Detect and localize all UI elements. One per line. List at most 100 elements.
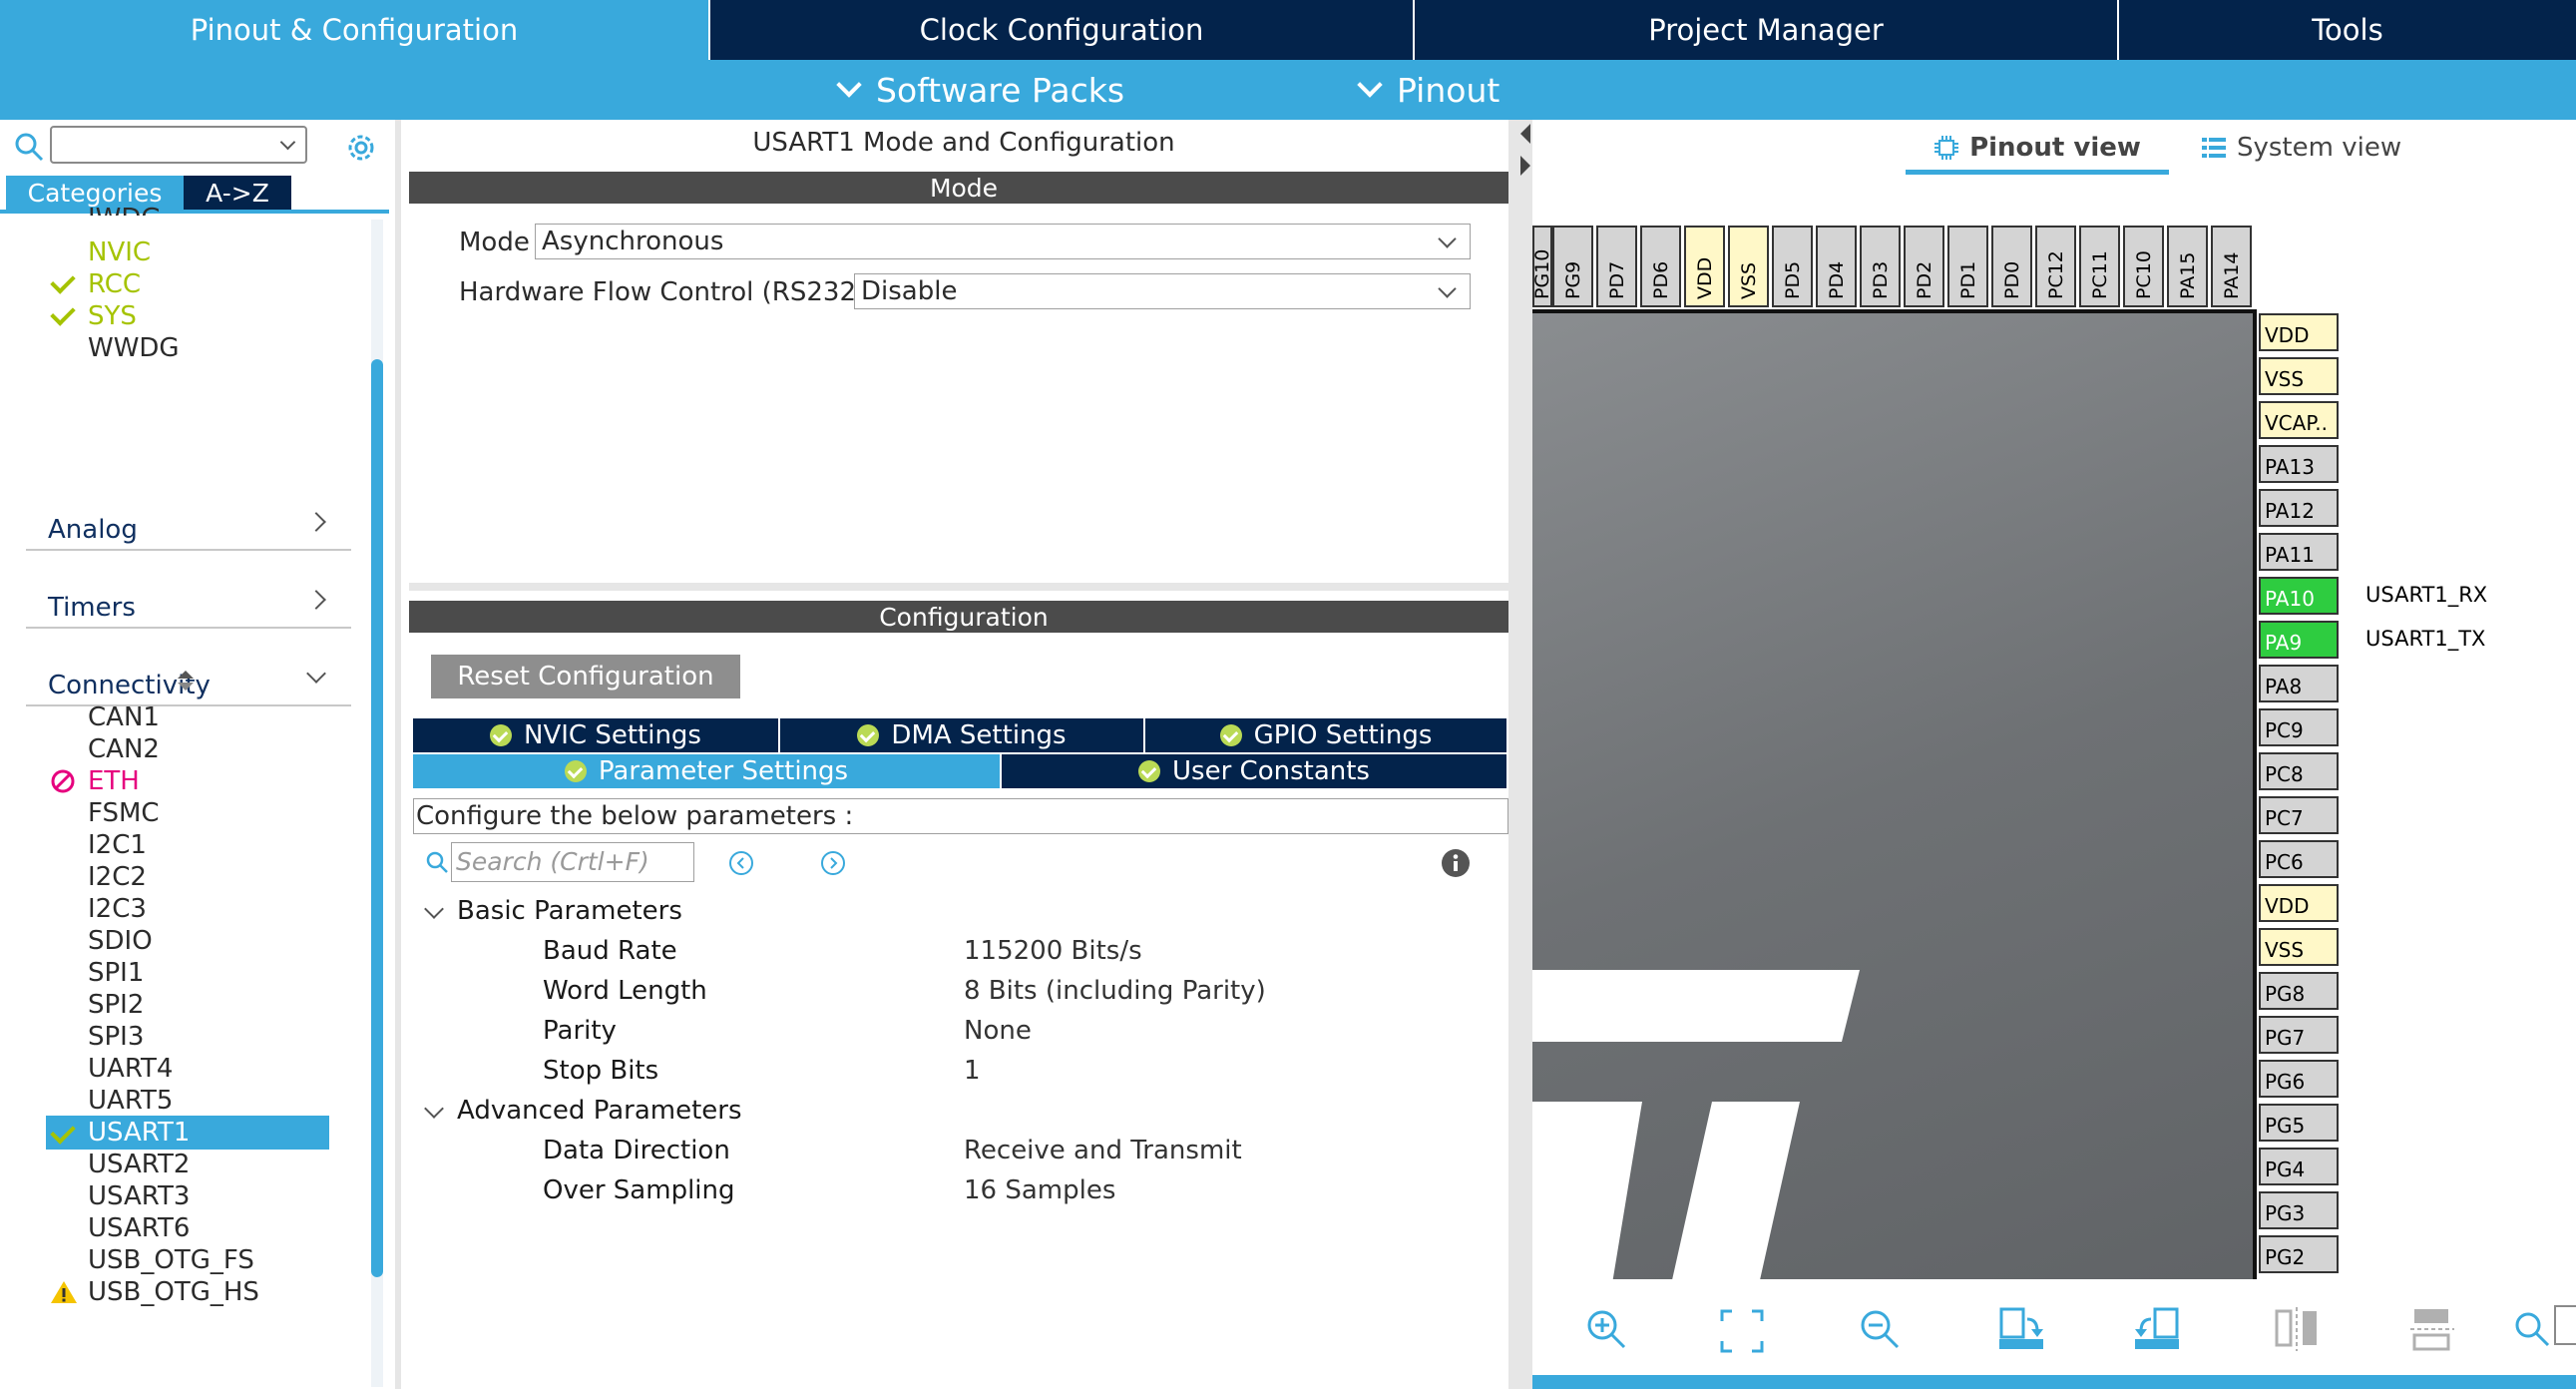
pinout-view-tab[interactable]: Pinout view <box>1906 128 2169 168</box>
category-item-spi1[interactable]: SPI1 <box>88 958 144 988</box>
pin-PD3[interactable]: PD3 <box>1860 226 1901 307</box>
software-packs-menu[interactable]: Software Packs <box>836 60 1124 120</box>
info-icon[interactable] <box>1441 848 1471 878</box>
zoom-out-icon[interactable] <box>1858 1307 1902 1351</box>
parameter-search-input[interactable]: Search (Crtl+F) <box>451 842 694 882</box>
tab-a-z[interactable]: A->Z <box>184 176 291 210</box>
pin-VCAP[interactable]: VCAP.. <box>2259 401 2339 439</box>
category-item-eth[interactable]: ETH <box>88 766 140 796</box>
pin-PC10[interactable]: PC10 <box>2123 226 2164 307</box>
category-item-i2c1[interactable]: I2C1 <box>88 830 147 860</box>
previous-icon[interactable] <box>728 850 754 876</box>
zoom-in-icon[interactable] <box>1584 1307 1628 1351</box>
pin-PA9[interactable]: PA9 <box>2259 621 2339 659</box>
search-icon[interactable] <box>14 132 44 162</box>
pin-PA13[interactable]: PA13 <box>2259 445 2339 483</box>
flip-horizontal-icon[interactable] <box>2408 1305 2456 1353</box>
pin-PC12[interactable]: PC12 <box>2035 226 2076 307</box>
pin-VSS[interactable]: VSS <box>2259 357 2339 395</box>
param-value[interactable]: 8 Bits (including Parity) <box>964 976 1266 1006</box>
pin-PA11[interactable]: PA11 <box>2259 533 2339 571</box>
category-item-sdio[interactable]: SDIO <box>88 926 153 956</box>
sort-up-icon[interactable] <box>178 671 194 679</box>
pin-PD5[interactable]: PD5 <box>1772 226 1813 307</box>
tab-pinout-configuration[interactable]: Pinout & Configuration <box>0 0 708 60</box>
tab-gpio-settings[interactable]: GPIO Settings <box>1145 718 1506 752</box>
reset-configuration-button[interactable]: Reset Configuration <box>431 655 740 698</box>
category-item-fsmc[interactable]: FSMC <box>88 798 160 828</box>
pin-PG2[interactable]: PG2 <box>2259 1235 2339 1273</box>
rotate-left-icon[interactable] <box>2133 1305 2181 1353</box>
panel-splitter[interactable] <box>1518 120 1532 1389</box>
pin-PG3[interactable]: PG3 <box>2259 1191 2339 1229</box>
category-item-usb-otg-fs[interactable]: USB_OTG_FS <box>88 1245 254 1275</box>
category-item-nvic[interactable]: NVIC <box>88 237 151 267</box>
param-value[interactable]: 115200 Bits/s <box>964 936 1142 966</box>
category-item-i2c3[interactable]: I2C3 <box>88 894 147 924</box>
mode-select[interactable]: Asynchronous <box>535 224 1471 259</box>
param-value[interactable]: Receive and Transmit <box>964 1136 1242 1165</box>
rotate-right-icon[interactable] <box>1997 1305 2045 1353</box>
splitter[interactable] <box>409 583 1518 591</box>
category-item-spi3[interactable]: SPI3 <box>88 1022 144 1052</box>
pin-PD6[interactable]: PD6 <box>1640 226 1681 307</box>
tab-parameter-settings[interactable]: Parameter Settings <box>413 754 1002 788</box>
pin-VSS[interactable]: VSS <box>2259 928 2339 966</box>
search-icon[interactable] <box>425 850 449 874</box>
param-value[interactable]: 1 <box>964 1056 981 1086</box>
pin-PD0[interactable]: PD0 <box>1991 226 2032 307</box>
pin-VDD[interactable]: VDD <box>2259 884 2339 922</box>
category-item-usart6[interactable]: USART6 <box>88 1213 190 1243</box>
group-timers[interactable]: Timers <box>26 571 351 629</box>
tab-clock-configuration[interactable]: Clock Configuration <box>708 0 1413 60</box>
tab-user-constants[interactable]: User Constants <box>1002 754 1506 788</box>
pin-PG7[interactable]: PG7 <box>2259 1016 2339 1054</box>
pin-PG5[interactable]: PG5 <box>2259 1104 2339 1142</box>
category-item-usart1[interactable]: USART1 <box>88 1118 190 1148</box>
pin-VSS[interactable]: VSS <box>1728 226 1769 307</box>
pin-PD4[interactable]: PD4 <box>1816 226 1857 307</box>
pin-PG9[interactable]: PG9 <box>1552 226 1593 307</box>
param-value[interactable]: 16 Samples <box>964 1175 1115 1205</box>
category-item-uart5[interactable]: UART5 <box>88 1086 173 1116</box>
basic-parameters-group[interactable]: Basic Parameters <box>457 896 682 926</box>
pin-PD1[interactable]: PD1 <box>1947 226 1988 307</box>
category-item-rcc[interactable]: RCC <box>88 269 141 299</box>
fit-screen-icon[interactable] <box>1720 1309 1764 1353</box>
tab-project-manager[interactable]: Project Manager <box>1413 0 2117 60</box>
category-item-uart4[interactable]: UART4 <box>88 1054 173 1084</box>
pin-PC11[interactable]: PC11 <box>2079 226 2120 307</box>
pin-PC6[interactable]: PC6 <box>2259 840 2339 878</box>
pin-PD2[interactable]: PD2 <box>1904 226 1944 307</box>
collapse-left-icon[interactable] <box>1520 124 1530 144</box>
category-item-usart3[interactable]: USART3 <box>88 1181 190 1211</box>
pin-PD7[interactable]: PD7 <box>1596 226 1637 307</box>
tab-dma-settings[interactable]: DMA Settings <box>780 718 1145 752</box>
system-view-tab[interactable]: System view <box>2201 128 2420 168</box>
category-item-can1[interactable]: CAN1 <box>88 702 160 732</box>
pin-PG6[interactable]: PG6 <box>2259 1060 2339 1098</box>
scrollbar-thumb[interactable] <box>371 359 383 1277</box>
pin-PG10[interactable]: PG10 <box>1532 226 1553 307</box>
category-item-sys[interactable]: SYS <box>88 301 137 331</box>
category-item-i2c2[interactable]: I2C2 <box>88 862 147 892</box>
category-item-can2[interactable]: CAN2 <box>88 734 160 764</box>
search-icon[interactable] <box>2512 1309 2552 1349</box>
tab-nvic-settings[interactable]: NVIC Settings <box>413 718 780 752</box>
category-item-spi2[interactable]: SPI2 <box>88 990 144 1020</box>
param-value[interactable]: None <box>964 1016 1032 1046</box>
pin-VDD[interactable]: VDD <box>2259 313 2339 351</box>
pin-PG4[interactable]: PG4 <box>2259 1148 2339 1185</box>
gear-icon[interactable] <box>343 130 379 166</box>
expand-right-icon[interactable] <box>1520 156 1530 176</box>
next-icon[interactable] <box>820 850 846 876</box>
pinout-menu[interactable]: Pinout <box>1357 60 1500 120</box>
pin-PA14[interactable]: PA14 <box>2211 226 2252 307</box>
chevron-down-icon[interactable] <box>424 1099 444 1119</box>
category-search-combo[interactable] <box>50 126 307 164</box>
pin-PG8[interactable]: PG8 <box>2259 972 2339 1010</box>
pin-PA12[interactable]: PA12 <box>2259 489 2339 527</box>
sort-down-icon[interactable] <box>178 683 194 691</box>
flip-vertical-icon[interactable] <box>2273 1305 2321 1353</box>
category-item-usart2[interactable]: USART2 <box>88 1150 190 1179</box>
